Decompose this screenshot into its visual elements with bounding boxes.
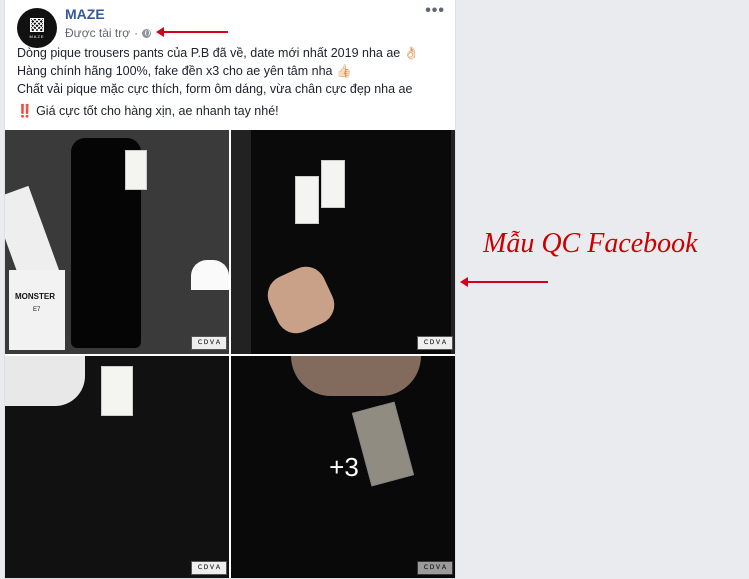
sponsored-label[interactable]: Được tài trợ bbox=[65, 26, 130, 40]
page-avatar[interactable]: MAZE bbox=[17, 8, 57, 48]
post-line: Chất vải pique mặc cực thích, form ôm dá… bbox=[17, 82, 413, 96]
brand-badge: ＣＤＶＡ bbox=[191, 561, 227, 575]
photo-grid: MONSTER E7 ＣＤＶＡ ＣＤＶＡ ＣＤＶＡ ＣＤＶＡ +3 bbox=[5, 130, 455, 578]
sneaker-shape bbox=[5, 356, 85, 406]
photo-1[interactable]: MONSTER E7 ＣＤＶＡ bbox=[5, 130, 229, 354]
highlight-text: Giá cực tốt cho hàng xịn, ae nhanh tay n… bbox=[36, 104, 279, 118]
cap-shape bbox=[191, 260, 229, 290]
shopping-bag: MONSTER E7 bbox=[9, 270, 65, 350]
page-name-link[interactable]: MAZE bbox=[65, 6, 105, 22]
brand-badge: ＣＤＶＡ bbox=[191, 336, 227, 350]
post-line: Hàng chính hãng 100%, fake đền x3 cho ae… bbox=[17, 64, 352, 78]
maze-logo-icon bbox=[30, 17, 44, 32]
hang-tag bbox=[295, 176, 319, 224]
logo-text: MAZE bbox=[29, 33, 45, 39]
post-text: Dòng pique trousers pants của P.B đã về,… bbox=[17, 44, 447, 120]
globe-icon[interactable] bbox=[142, 28, 152, 38]
post-highlight: ‼️ Giá cực tốt cho hàng xịn, ae nhanh ta… bbox=[17, 102, 447, 120]
post-line: Dòng pique trousers pants của P.B đã về,… bbox=[17, 46, 420, 60]
photo-4[interactable]: ＣＤＶＡ +3 bbox=[231, 356, 455, 578]
hang-tag bbox=[101, 366, 133, 416]
hang-tag bbox=[321, 160, 345, 208]
photo-2[interactable]: ＣＤＶＡ bbox=[231, 130, 455, 354]
more-photos-count: +3 bbox=[329, 452, 359, 482]
more-options-button[interactable]: ••• bbox=[425, 2, 445, 20]
photo-3[interactable]: ＣＤＶＡ bbox=[5, 356, 229, 578]
bag-sub: E7 bbox=[33, 307, 41, 313]
annotation-arrow-icon bbox=[156, 27, 228, 37]
sponsored-row: Được tài trợ · bbox=[65, 26, 152, 40]
facebook-ad-post: MAZE MAZE Được tài trợ · ••• Dòng pique … bbox=[4, 0, 456, 579]
double-exclamation-icon: ‼️ bbox=[17, 104, 33, 118]
hang-tag bbox=[125, 150, 147, 190]
separator: · bbox=[134, 26, 139, 40]
annotation-arrow-icon bbox=[460, 277, 548, 287]
brand-badge: ＣＤＶＡ bbox=[417, 336, 453, 350]
annotation-caption: Mẫu QC Facebook bbox=[483, 228, 698, 259]
more-photos-overlay[interactable]: +3 bbox=[231, 356, 455, 578]
bag-label: MONSTER bbox=[15, 292, 55, 301]
